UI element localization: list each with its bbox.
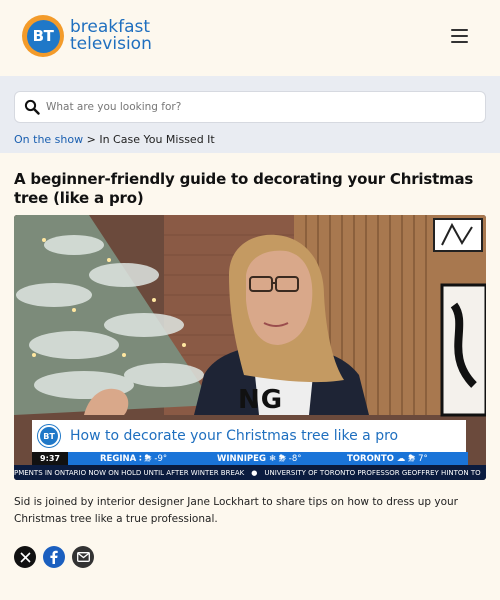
share-email-button[interactable] <box>72 546 94 568</box>
search-box[interactable] <box>14 91 486 123</box>
cloud-icon: ☁ ⛈ <box>396 453 416 464</box>
weather-bar: 9:37 REGINA ∶ ⛈ -9° WINNIPEG ❄ ⛈ -8° TOR… <box>32 452 468 465</box>
breadcrumb-link-on-the-show[interactable]: On the show <box>14 133 83 146</box>
share-bar <box>14 546 486 568</box>
share-facebook-button[interactable] <box>43 546 65 568</box>
lower-third-title: How to decorate your Christmas tree like… <box>70 428 399 444</box>
breadcrumb: On the show > In Case You Missed It <box>14 133 215 146</box>
weather-city-winnipeg: WINNIPEG ❄ ⛈ -8° <box>217 453 302 464</box>
video-player[interactable]: NG BT How to decorate your Christmas tre… <box>14 215 486 480</box>
search-section: On the show > In Case You Missed It <box>0 76 500 153</box>
logo-badge-text: BT <box>26 19 60 53</box>
time-display: 9:37 <box>32 452 68 465</box>
logo-badge: BT <box>22 15 64 57</box>
article: A beginner-friendly guide to decorating … <box>0 153 500 568</box>
weather-city-toronto: TORONTO ☁ ⛈ 7° <box>347 453 428 464</box>
news-ticker: PMENTS IN ONTARIO NOW ON HOLD UNTIL AFTE… <box>14 465 486 480</box>
hamburger-menu-icon[interactable] <box>451 29 468 43</box>
search-input[interactable] <box>46 101 485 113</box>
article-description: Sid is joined by interior designer Jane … <box>14 496 458 525</box>
video-lower-third: BT How to decorate your Christmas tree l… <box>32 420 466 452</box>
email-icon <box>76 552 90 562</box>
shirt-text: NG <box>238 385 284 415</box>
search-icon <box>24 99 40 115</box>
article-title: A beginner-friendly guide to decorating … <box>14 170 474 207</box>
logo-wordmark: breakfast television <box>70 19 152 53</box>
snow-icon: ∶ ⛈ <box>139 453 152 464</box>
breadcrumb-current: In Case You Missed It <box>99 133 215 146</box>
snowflake-icon: ❄ ⛈ <box>268 453 286 464</box>
x-icon <box>19 551 31 563</box>
breadcrumb-separator: > <box>86 133 96 146</box>
ticker-item: UNIVERSITY OF TORONTO PROFESSOR GEOFFREY… <box>264 468 481 477</box>
site-header: BT breakfast television <box>0 0 500 76</box>
share-x-button[interactable] <box>14 546 36 568</box>
weather-city-regina: REGINA ∶ ⛈ -9° <box>100 453 168 464</box>
site-logo[interactable]: BT breakfast television <box>22 15 152 57</box>
ticker-item: PMENTS IN ONTARIO NOW ON HOLD UNTIL AFTE… <box>14 468 245 477</box>
lower-third-logo-badge: BT <box>38 425 60 447</box>
facebook-icon <box>50 550 58 564</box>
ticker-separator: ● <box>251 468 258 477</box>
logo-line-2: television <box>70 34 152 54</box>
